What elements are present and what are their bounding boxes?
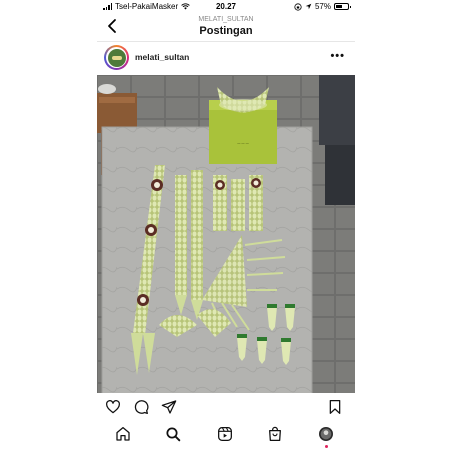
status-bar: Tsel-PakaiMasker 20.27 57%	[97, 0, 355, 14]
post-image[interactable]: ~~~	[97, 75, 355, 393]
battery-icon	[334, 3, 351, 10]
post-username[interactable]: melati_sultan	[135, 52, 189, 62]
header-divider	[97, 41, 355, 42]
avatar[interactable]	[104, 45, 129, 70]
battery-percentage: 57%	[314, 2, 331, 11]
search-icon[interactable]	[165, 426, 181, 442]
post-header: melati_sultan •••	[97, 43, 355, 73]
location-icon	[305, 3, 312, 10]
svg-text:~~~: ~~~	[237, 141, 250, 147]
page-title: Postingan	[199, 25, 253, 37]
page-header: MELATI_SULTAN Postingan	[97, 14, 355, 40]
post-actions	[97, 397, 355, 417]
home-icon[interactable]	[115, 426, 131, 442]
bookmark-icon[interactable]	[327, 399, 343, 415]
profile-avatar-icon[interactable]	[318, 426, 334, 442]
reels-icon[interactable]	[217, 426, 233, 442]
notification-dot	[325, 445, 328, 448]
comment-icon[interactable]	[133, 399, 149, 415]
paper-plane-icon[interactable]	[161, 399, 177, 415]
header-subtitle: MELATI_SULTAN	[198, 16, 254, 23]
heart-icon[interactable]	[105, 399, 121, 415]
shop-bag-icon[interactable]	[267, 426, 283, 442]
orientation-lock-icon	[294, 2, 302, 11]
bottom-nav	[97, 421, 355, 450]
more-options-icon[interactable]: •••	[330, 50, 345, 62]
phone-screen: Tsel-PakaiMasker 20.27 57% MELATI_SULTAN	[97, 0, 355, 450]
jasmine-accessories-photo: ~~~	[97, 75, 355, 393]
